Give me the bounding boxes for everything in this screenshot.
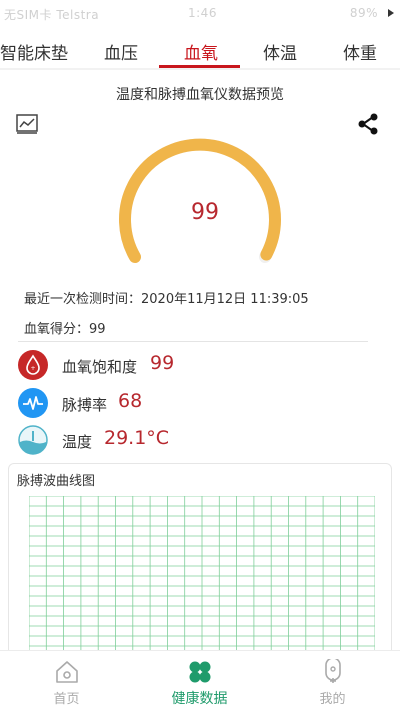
nav-mine[interactable]: 我的	[266, 651, 399, 711]
bottom-navigation: 首页 健康数据 我的	[0, 650, 400, 711]
metric-label: 脉搏率	[62, 396, 108, 414]
metric-temperature: 温度 29.1°C	[18, 425, 378, 455]
nav-health-data[interactable]: 健康数据	[133, 651, 266, 711]
pulse-wave-panel: 脉搏波曲线图	[8, 463, 392, 663]
metric-value: 68	[118, 390, 143, 412]
clock-text: 1:46	[188, 6, 217, 20]
gauge-value: 99	[191, 200, 219, 225]
heartbeat-icon	[18, 388, 48, 418]
status-bar: 无SIM卡 Telstra 1:46 89%	[0, 0, 400, 34]
carrier-text: 无SIM卡 Telstra	[4, 8, 100, 22]
pulse-wave-title: 脉搏波曲线图	[17, 474, 96, 489]
chart-icon[interactable]	[16, 114, 38, 134]
metric-label: 血氧饱和度	[62, 358, 138, 376]
nav-health-label: 健康数据	[171, 691, 228, 707]
clover-icon	[189, 661, 211, 683]
nav-home[interactable]: 首页	[0, 651, 133, 711]
metric-label: 温度	[62, 433, 93, 451]
profile-icon	[325, 659, 341, 683]
tab-blood-oxygen[interactable]: 血氧	[184, 39, 218, 64]
tab-temperature[interactable]: 体温	[263, 39, 297, 64]
oxygen-score: 血氧得分：99	[24, 322, 106, 337]
metric-pulse: 脉搏率 68	[18, 388, 378, 418]
battery-icon	[388, 9, 394, 17]
svg-text:+: +	[30, 365, 35, 372]
nav-home-label: 首页	[53, 692, 80, 707]
share-icon[interactable]	[356, 112, 380, 136]
tab-smart-mattress[interactable]: 智能床垫	[0, 39, 68, 64]
nav-mine-label: 我的	[319, 692, 346, 707]
page-title: 温度和脉搏血氧仪数据预览	[116, 87, 284, 103]
blood-drop-icon: +	[18, 350, 48, 380]
category-tabs: 智能床垫 血压 血氧 体温 体重	[0, 34, 400, 68]
home-icon	[56, 661, 78, 683]
metric-value: 29.1°C	[104, 427, 170, 449]
metric-spo2: + 血氧饱和度 99	[18, 350, 378, 380]
battery-percent: 89%	[349, 6, 378, 20]
tab-weight[interactable]: 体重	[343, 39, 377, 64]
last-check-time: 最近一次检测时间：2020年11月12日 11:39:05	[24, 292, 309, 307]
pulse-wave-grid	[29, 496, 375, 656]
tab-blood-pressure[interactable]: 血压	[104, 39, 138, 64]
divider	[18, 341, 368, 342]
thermometer-water-icon	[18, 425, 48, 455]
active-tab-indicator	[159, 65, 240, 68]
main-content: 温度和脉搏血氧仪数据预览 99 最近一次检测时间：2020年11月12日 11:…	[0, 70, 400, 663]
metric-value: 99	[150, 352, 175, 374]
